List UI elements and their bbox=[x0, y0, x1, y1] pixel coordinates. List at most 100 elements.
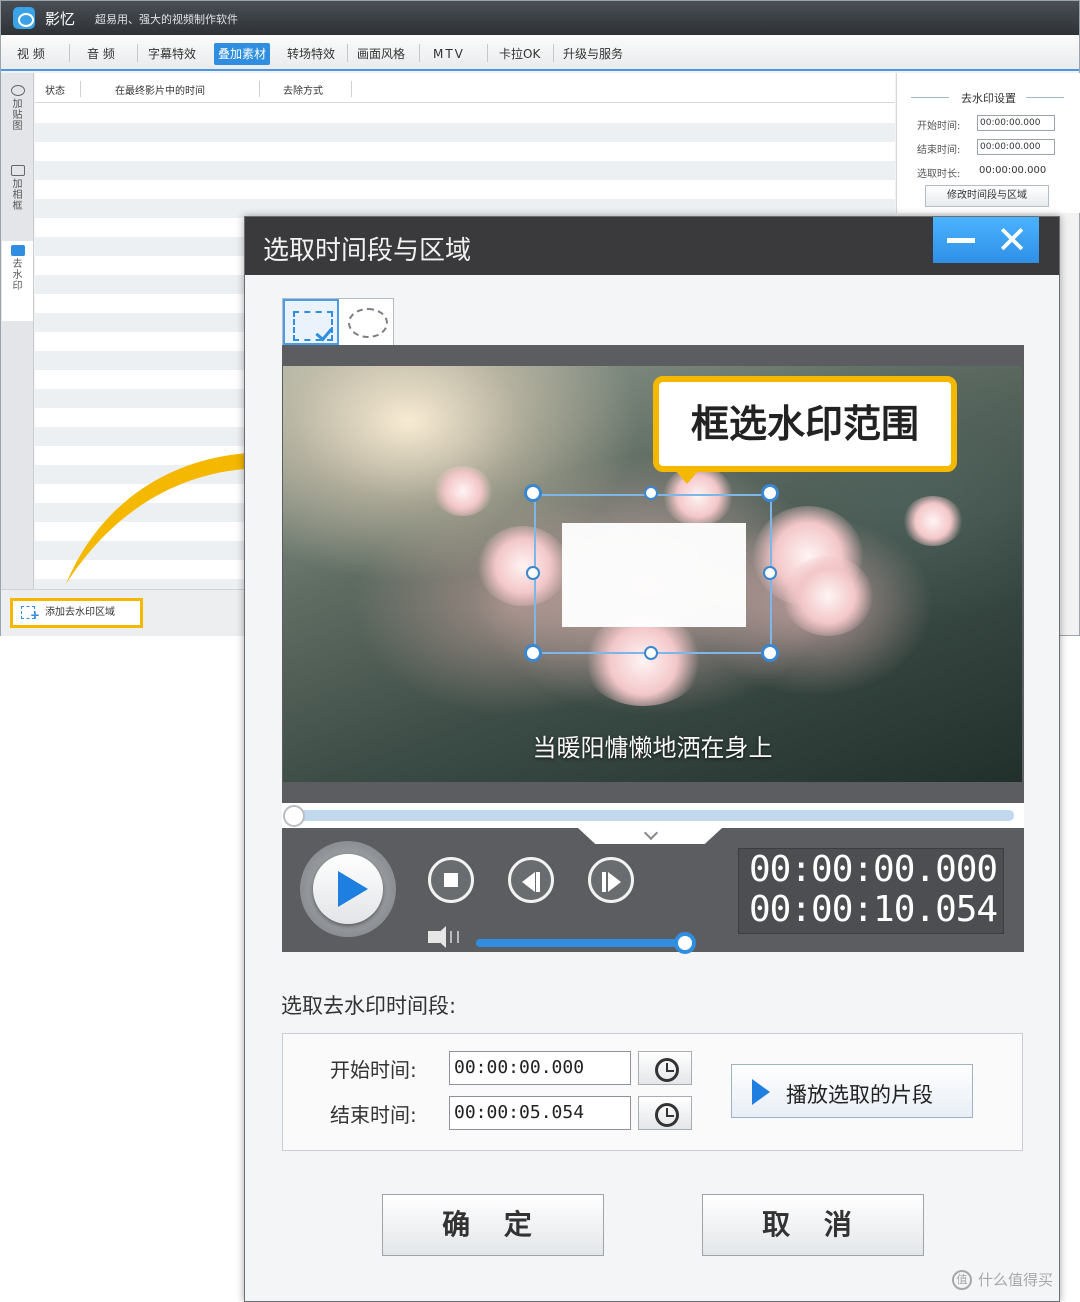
menu-mtv[interactable]: MTV bbox=[429, 43, 469, 65]
progress-track[interactable] bbox=[292, 810, 1014, 821]
menu-upgrade-service[interactable]: 升级与服务 bbox=[559, 43, 627, 65]
resize-handle-bottom-right[interactable] bbox=[761, 644, 779, 662]
menu-divider bbox=[419, 44, 420, 62]
set-start-time-icon[interactable] bbox=[638, 1051, 692, 1085]
resize-handle-top-left[interactable] bbox=[524, 484, 542, 502]
menu-divider bbox=[553, 44, 554, 62]
callout-pointer bbox=[675, 470, 699, 484]
app-name: 影忆 bbox=[45, 10, 76, 28]
segment-panel: 开始时间: 00:00:00.000 结束时间: 00:00:05.054 播放… bbox=[282, 1033, 1023, 1151]
table-header: 状态 在最终影片中的时间 去除方式 bbox=[35, 73, 895, 103]
side-tab-add-frame[interactable]: 加相框 bbox=[2, 161, 33, 231]
total-time: 00:00:10.054 bbox=[749, 889, 998, 930]
resize-handle-right[interactable] bbox=[763, 566, 777, 580]
instruction-callout: 框选水印范围 bbox=[653, 376, 957, 472]
menu-divider bbox=[69, 44, 70, 62]
cancel-button[interactable]: 取 消 bbox=[702, 1194, 924, 1256]
column-status[interactable]: 状态 bbox=[45, 82, 65, 97]
side-tab-label: 去水印 bbox=[12, 259, 23, 292]
ellipse-select-icon[interactable] bbox=[341, 299, 394, 345]
menu-bar: 视 频 音 频 字幕特效 叠加素材 转场特效 画面风格 MTV 卡拉OK 升级与… bbox=[1, 35, 1079, 71]
play-selected-segment-button[interactable]: 播放选取的片段 bbox=[731, 1064, 973, 1118]
blossom-decoration bbox=[433, 466, 493, 516]
time-display: 00:00:00.000 00:00:10.054 bbox=[738, 848, 1004, 934]
volume-slider[interactable] bbox=[476, 939, 686, 947]
progress-thumb[interactable] bbox=[283, 805, 305, 827]
set-end-time-icon[interactable] bbox=[638, 1096, 692, 1130]
site-watermark-text: 什么值得买 bbox=[978, 1271, 1054, 1289]
resize-handle-top[interactable] bbox=[644, 486, 658, 500]
ok-button[interactable]: 确 定 bbox=[382, 1194, 604, 1256]
blossom-decoration bbox=[783, 556, 873, 636]
column-removal-method[interactable]: 去除方式 bbox=[283, 82, 323, 97]
start-time-input[interactable]: 00:00:00.000 bbox=[449, 1051, 631, 1085]
menu-picture-style[interactable]: 画面风格 bbox=[353, 43, 409, 65]
close-icon[interactable]: ✕ bbox=[991, 221, 1033, 259]
end-time-label: 结束时间: bbox=[917, 145, 961, 156]
menu-divider bbox=[487, 44, 488, 62]
end-time-input[interactable]: 00:00:05.054 bbox=[449, 1096, 631, 1130]
minimize-icon[interactable] bbox=[941, 223, 981, 257]
volume-thumb[interactable] bbox=[674, 932, 696, 954]
menu-video[interactable]: 视 频 bbox=[13, 43, 49, 65]
side-tab-label: 加相框 bbox=[12, 179, 23, 212]
resize-handle-top-right[interactable] bbox=[761, 484, 779, 502]
resize-handle-left[interactable] bbox=[526, 566, 540, 580]
bottom-toolbar: 添加去水印区域 bbox=[1, 589, 246, 636]
menu-transition-effects[interactable]: 转场特效 bbox=[283, 43, 339, 65]
column-divider bbox=[80, 81, 81, 97]
resize-handle-bottom[interactable] bbox=[644, 646, 658, 660]
video-preview[interactable]: 框选水印范围 当暖阳慵懒地洒在身上 bbox=[283, 366, 1022, 782]
menu-subtitle-effects[interactable]: 字幕特效 bbox=[144, 43, 200, 65]
frame-icon bbox=[10, 165, 25, 176]
video-subtitle: 当暖阳慵懒地洒在身上 bbox=[532, 734, 773, 762]
start-time-label: 开始时间: bbox=[917, 121, 961, 132]
settings-title: 去水印设置 bbox=[897, 90, 1080, 106]
side-tab-add-sticker[interactable]: 加贴图 bbox=[2, 81, 33, 151]
play-icon bbox=[313, 854, 383, 924]
app-titlebar: 影忆 超易用、强大的视频制作软件 bbox=[1, 1, 1079, 35]
duration-label: 选取时长: bbox=[917, 169, 961, 180]
stop-button[interactable] bbox=[428, 857, 474, 903]
add-watermark-area-button[interactable]: 添加去水印区域 bbox=[10, 598, 143, 628]
play-button[interactable] bbox=[300, 841, 396, 937]
selection-tool-tabs bbox=[282, 298, 394, 346]
column-time-in-movie[interactable]: 在最终影片中的时间 bbox=[115, 82, 205, 97]
play-icon bbox=[752, 1079, 770, 1105]
end-time-label: 结束时间: bbox=[330, 1103, 417, 1127]
add-area-label: 添加去水印区域 bbox=[45, 607, 115, 618]
menu-karaoke[interactable]: 卡拉OK bbox=[495, 43, 544, 65]
dialog-title: 选取时间段与区域 bbox=[263, 236, 472, 266]
select-segment-dialog: 选取时间段与区域 ✕ 框选水印范围 当暖阳慵懒地洒在身上 00:00:00.00… bbox=[244, 216, 1060, 1302]
segment-heading: 选取去水印时间段: bbox=[281, 994, 457, 1018]
play-segment-label: 播放选取的片段 bbox=[786, 1083, 933, 1107]
rectangle-select-icon[interactable] bbox=[283, 299, 339, 345]
app-tagline: 超易用、强大的视频制作软件 bbox=[95, 13, 238, 26]
start-time-label: 开始时间: bbox=[330, 1058, 417, 1082]
current-time: 00:00:00.000 bbox=[749, 849, 998, 890]
selection-rectangle[interactable] bbox=[534, 494, 772, 654]
menu-audio[interactable]: 音 频 bbox=[83, 43, 119, 65]
previous-frame-button[interactable] bbox=[508, 857, 554, 903]
next-frame-button[interactable] bbox=[588, 857, 634, 903]
side-tab-label: 加贴图 bbox=[12, 99, 23, 132]
side-tab-remove-watermark[interactable]: 去水印 bbox=[2, 241, 33, 321]
dialog-titlebar: 选取时间段与区域 ✕ bbox=[245, 217, 1059, 275]
menu-overlay-materials[interactable]: 叠加素材 bbox=[214, 43, 271, 65]
resize-handle-bottom-left[interactable] bbox=[524, 644, 542, 662]
menu-divider bbox=[347, 44, 348, 62]
window-controls: ✕ bbox=[933, 217, 1039, 263]
blossom-decoration bbox=[903, 496, 963, 546]
volume-icon[interactable] bbox=[428, 926, 459, 948]
modify-segment-button[interactable]: 修改时间段与区域 bbox=[925, 185, 1049, 207]
end-time-field[interactable]: 00:00:00.000 bbox=[977, 139, 1055, 155]
menu-divider bbox=[137, 44, 138, 62]
add-area-icon bbox=[21, 603, 40, 627]
start-time-field[interactable]: 00:00:00.000 bbox=[977, 115, 1055, 131]
duration-value: 00:00:00.000 bbox=[979, 165, 1047, 176]
callout-text: 框选水印范围 bbox=[690, 402, 919, 446]
column-divider bbox=[351, 81, 352, 97]
progress-bar bbox=[282, 803, 1024, 828]
video-player: 框选水印范围 当暖阳慵懒地洒在身上 00:00:00.000 00:00:10.… bbox=[282, 345, 1024, 954]
side-tabs: 加贴图 加相框 去水印 bbox=[1, 73, 34, 589]
